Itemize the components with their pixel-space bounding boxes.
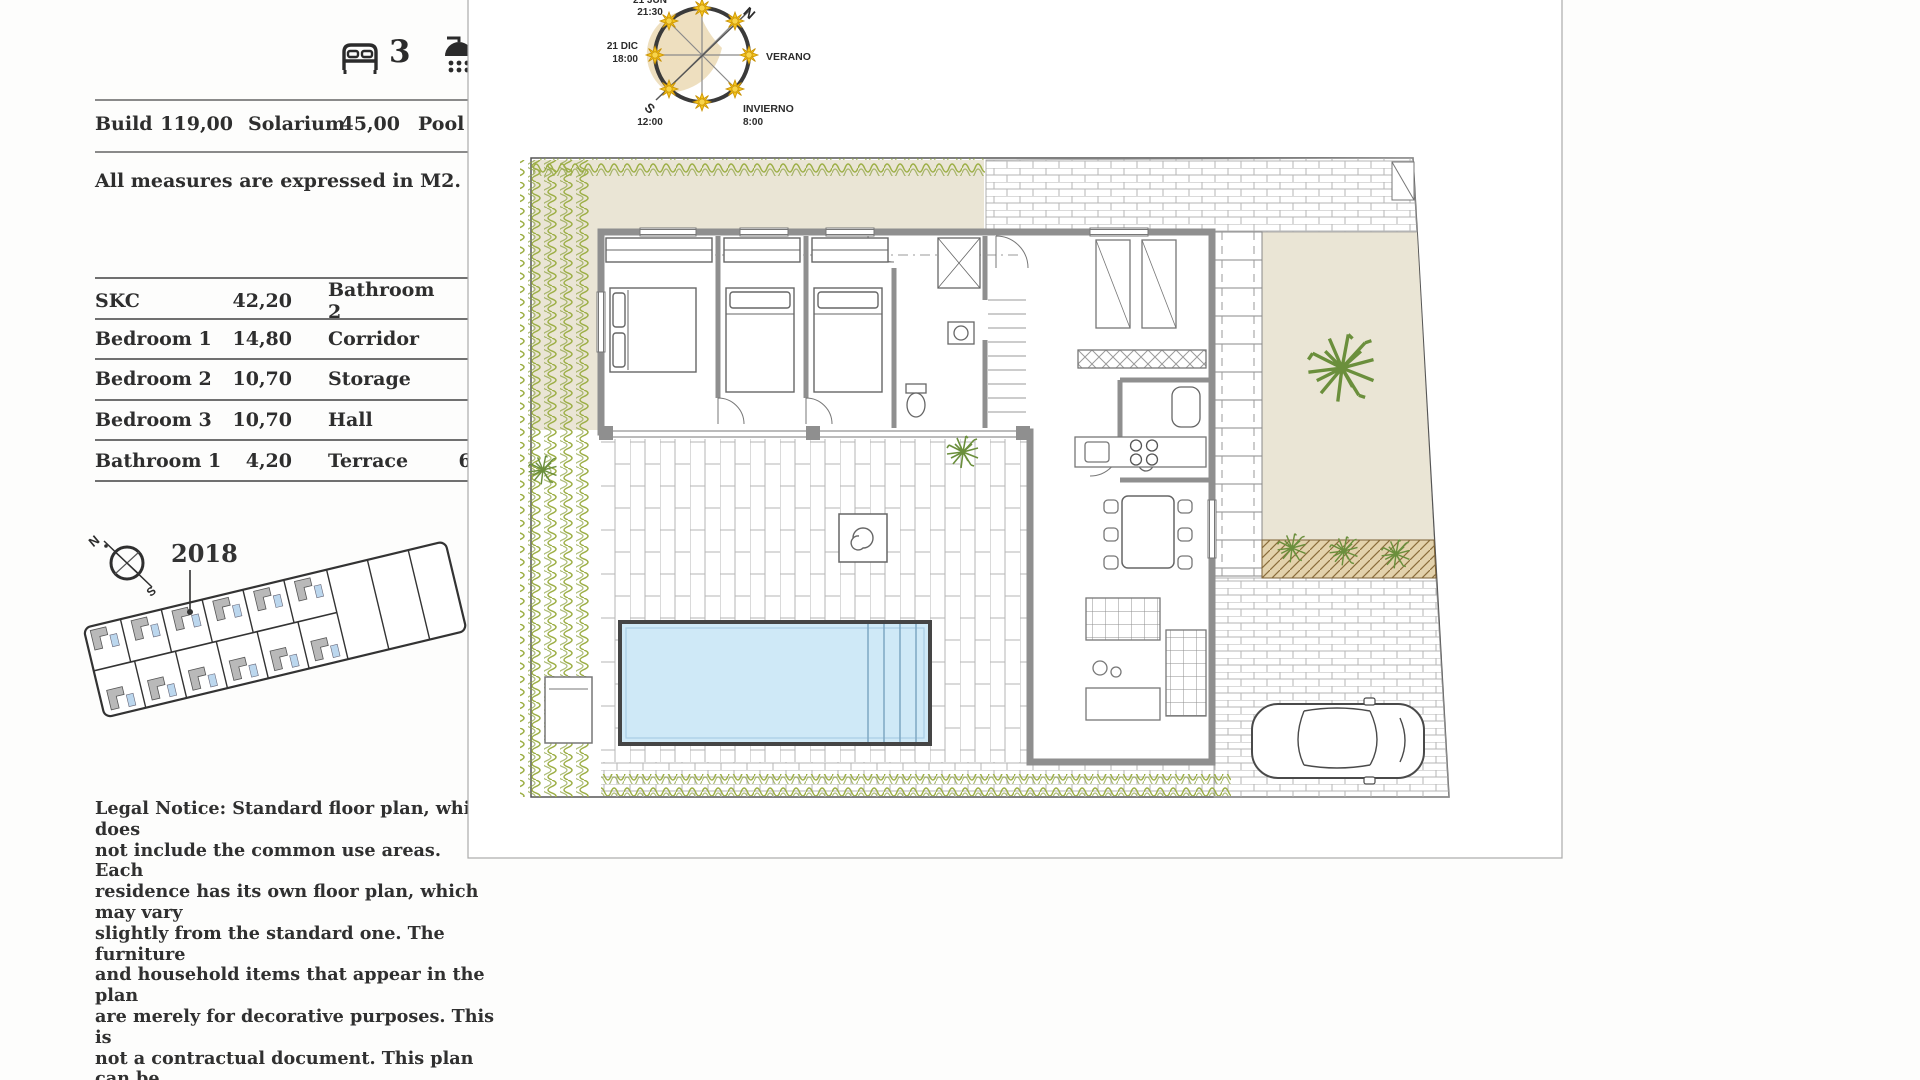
sun-jun-date: 21 JUN — [633, 0, 667, 6]
dining-table — [1122, 496, 1174, 568]
sun-dic-time: 18:00 — [612, 54, 638, 65]
hedge-bottom — [601, 774, 1231, 796]
bedroom-furniture — [606, 238, 888, 392]
map-south-label: S — [144, 584, 159, 600]
sun-winter-time: 8:00 — [743, 117, 763, 128]
sun-summer-label: VERANO — [766, 51, 811, 63]
map-north-label: N — [86, 532, 103, 550]
swimming-pool — [620, 622, 930, 744]
paved-path-top — [986, 158, 1417, 232]
site-map: N S 2018 — [83, 532, 466, 717]
pergola — [1214, 232, 1262, 576]
floor-plan — [520, 158, 1449, 797]
terrace-table — [839, 514, 887, 562]
sun-jun-time: 21:30 — [637, 7, 663, 18]
plan-drawing: 21 JUN 21:30 N 21 DIC 18:00 VERANO S 12:… — [0, 0, 1920, 1080]
hedge-top — [533, 158, 985, 176]
gate — [1392, 162, 1414, 200]
car — [1252, 698, 1424, 784]
garden-area-right — [1262, 232, 1434, 540]
sun-dic-date: 21 DIC — [607, 41, 638, 52]
compass-icon: N S — [86, 532, 159, 599]
floor-plan-sheet: 3 2 Build 119,00 Solarium 45,00 Pool 8x3… — [0, 0, 1920, 1080]
sun-winter-label: INVIERNO — [743, 103, 794, 115]
sun-noon-label: 12:00 — [637, 117, 663, 128]
utility-box — [545, 677, 592, 743]
phase-year-label: 2018 — [171, 539, 238, 568]
